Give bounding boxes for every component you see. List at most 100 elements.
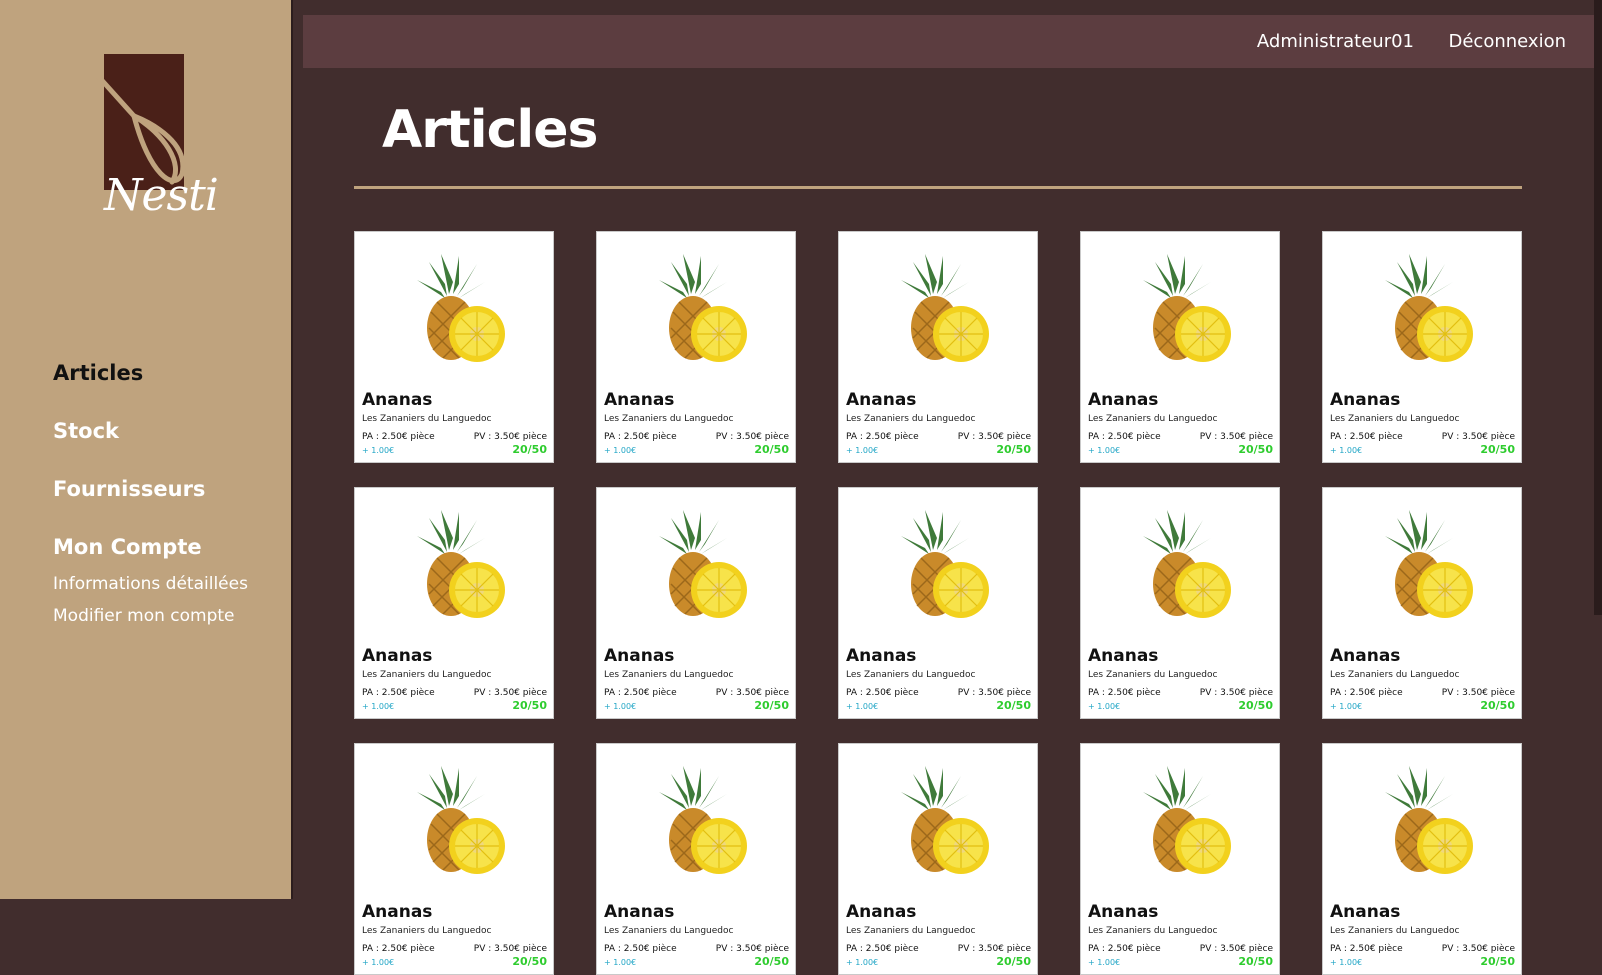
article-purchase-price: PA : 2.50€ pièce bbox=[362, 944, 435, 954]
article-stock: 20/50 bbox=[1480, 443, 1515, 456]
article-card[interactable]: Ananas Les Zananiers du Languedoc PA : 2.5… bbox=[354, 743, 554, 975]
article-stock: 20/50 bbox=[1480, 955, 1515, 968]
sidebar-subitem-informations[interactable]: Informations détaillées bbox=[53, 574, 248, 594]
article-margin: + 1.00€ bbox=[604, 958, 637, 967]
article-purchase-price: PA : 2.50€ pièce bbox=[362, 688, 435, 698]
article-supplier: Les Zananiers du Languedoc bbox=[1330, 926, 1460, 936]
pineapple-icon bbox=[1133, 254, 1233, 364]
sidebar-item-articles[interactable]: Articles bbox=[53, 360, 248, 386]
article-sale-price: PV : 3.50€ pièce bbox=[1441, 944, 1515, 954]
page-scrollbar[interactable] bbox=[1594, 0, 1602, 615]
article-purchase-price: PA : 2.50€ pièce bbox=[1330, 432, 1403, 442]
article-sale-price: PV : 3.50€ pièce bbox=[957, 688, 1031, 698]
article-purchase-price: PA : 2.50€ pièce bbox=[846, 944, 919, 954]
article-sale-price: PV : 3.50€ pièce bbox=[957, 944, 1031, 954]
article-card[interactable]: Ananas Les Zananiers du Languedoc PA : 2.5… bbox=[354, 231, 554, 463]
article-margin: + 1.00€ bbox=[1330, 958, 1363, 967]
article-margin: + 1.00€ bbox=[604, 446, 637, 455]
article-margin: + 1.00€ bbox=[1330, 702, 1363, 711]
pineapple-icon bbox=[649, 766, 749, 876]
article-sale-price: PV : 3.50€ pièce bbox=[1441, 688, 1515, 698]
article-supplier: Les Zananiers du Languedoc bbox=[1088, 670, 1218, 680]
logout-link[interactable]: Déconnexion bbox=[1449, 31, 1567, 52]
article-margin: + 1.00€ bbox=[1088, 702, 1121, 711]
user-name-link[interactable]: Administrateur01 bbox=[1257, 31, 1414, 52]
article-stock: 20/50 bbox=[754, 699, 789, 712]
article-card[interactable]: Ananas Les Zananiers du Languedoc PA : 2.5… bbox=[1080, 743, 1280, 975]
article-stock: 20/50 bbox=[512, 699, 547, 712]
article-stock: 20/50 bbox=[996, 443, 1031, 456]
pineapple-icon bbox=[1375, 254, 1475, 364]
article-name: Ananas bbox=[604, 390, 675, 410]
article-supplier: Les Zananiers du Languedoc bbox=[1330, 670, 1460, 680]
sidebar-subitem-modifier-compte[interactable]: Modifier mon compte bbox=[53, 606, 248, 626]
article-purchase-price: PA : 2.50€ pièce bbox=[1330, 688, 1403, 698]
article-name: Ananas bbox=[1088, 646, 1159, 666]
article-purchase-price: PA : 2.50€ pièce bbox=[604, 432, 677, 442]
article-supplier: Les Zananiers du Languedoc bbox=[604, 926, 734, 936]
article-purchase-price: PA : 2.50€ pièce bbox=[1088, 688, 1161, 698]
article-purchase-price: PA : 2.50€ pièce bbox=[362, 432, 435, 442]
article-card[interactable]: Ananas Les Zananiers du Languedoc PA : 2.5… bbox=[838, 231, 1038, 463]
page-title: Articles bbox=[382, 100, 598, 160]
article-card[interactable]: Ananas Les Zananiers du Languedoc PA : 2.5… bbox=[1322, 231, 1522, 463]
article-stock: 20/50 bbox=[996, 699, 1031, 712]
article-purchase-price: PA : 2.50€ pièce bbox=[846, 688, 919, 698]
article-supplier: Les Zananiers du Languedoc bbox=[1088, 414, 1218, 424]
sidebar-item-fournisseurs[interactable]: Fournisseurs bbox=[53, 476, 248, 502]
article-card[interactable]: Ananas Les Zananiers du Languedoc PA : 2.5… bbox=[596, 743, 796, 975]
article-supplier: Les Zananiers du Languedoc bbox=[846, 414, 976, 424]
pineapple-icon bbox=[1133, 766, 1233, 876]
article-stock: 20/50 bbox=[512, 955, 547, 968]
article-card[interactable]: Ananas Les Zananiers du Languedoc PA : 2.5… bbox=[1080, 487, 1280, 719]
article-supplier: Les Zananiers du Languedoc bbox=[1330, 414, 1460, 424]
article-card[interactable]: Ananas Les Zananiers du Languedoc PA : 2.5… bbox=[354, 487, 554, 719]
sidebar-nav: Articles Stock Fournisseurs Mon Compte I… bbox=[53, 360, 248, 652]
article-supplier: Les Zananiers du Languedoc bbox=[846, 926, 976, 936]
article-card[interactable]: Ananas Les Zananiers du Languedoc PA : 2.5… bbox=[1080, 231, 1280, 463]
pineapple-icon bbox=[1133, 510, 1233, 620]
article-card[interactable]: Ananas Les Zananiers du Languedoc PA : 2.5… bbox=[596, 487, 796, 719]
article-stock: 20/50 bbox=[1238, 443, 1273, 456]
article-supplier: Les Zananiers du Languedoc bbox=[604, 414, 734, 424]
article-card[interactable]: Ananas Les Zananiers du Languedoc PA : 2.5… bbox=[838, 487, 1038, 719]
article-purchase-price: PA : 2.50€ pièce bbox=[604, 688, 677, 698]
sidebar-item-mon-compte[interactable]: Mon Compte bbox=[53, 534, 248, 560]
article-sale-price: PV : 3.50€ pièce bbox=[1199, 688, 1273, 698]
pineapple-icon bbox=[649, 254, 749, 364]
pineapple-icon bbox=[891, 766, 991, 876]
article-margin: + 1.00€ bbox=[362, 702, 395, 711]
article-supplier: Les Zananiers du Languedoc bbox=[362, 926, 492, 936]
article-name: Ananas bbox=[1330, 646, 1401, 666]
article-stock: 20/50 bbox=[512, 443, 547, 456]
article-sale-price: PV : 3.50€ pièce bbox=[1199, 432, 1273, 442]
article-purchase-price: PA : 2.50€ pièce bbox=[604, 944, 677, 954]
article-sale-price: PV : 3.50€ pièce bbox=[957, 432, 1031, 442]
article-name: Ananas bbox=[1330, 390, 1401, 410]
article-card[interactable]: Ananas Les Zananiers du Languedoc PA : 2.5… bbox=[596, 231, 796, 463]
article-margin: + 1.00€ bbox=[362, 958, 395, 967]
article-supplier: Les Zananiers du Languedoc bbox=[362, 670, 492, 680]
article-card[interactable]: Ananas Les Zananiers du Languedoc PA : 2.5… bbox=[1322, 743, 1522, 975]
article-supplier: Les Zananiers du Languedoc bbox=[846, 670, 976, 680]
article-card[interactable]: Ananas Les Zananiers du Languedoc PA : 2.5… bbox=[1322, 487, 1522, 719]
sidebar-item-stock[interactable]: Stock bbox=[53, 418, 248, 444]
article-margin: + 1.00€ bbox=[846, 446, 879, 455]
article-purchase-price: PA : 2.50€ pièce bbox=[846, 432, 919, 442]
article-margin: + 1.00€ bbox=[1088, 958, 1121, 967]
pineapple-icon bbox=[407, 254, 507, 364]
article-name: Ananas bbox=[604, 646, 675, 666]
article-stock: 20/50 bbox=[996, 955, 1031, 968]
pineapple-icon bbox=[407, 510, 507, 620]
article-name: Ananas bbox=[1088, 902, 1159, 922]
article-purchase-price: PA : 2.50€ pièce bbox=[1088, 944, 1161, 954]
brand-logo-text: Nesti bbox=[104, 170, 219, 221]
article-margin: + 1.00€ bbox=[1088, 446, 1121, 455]
article-sale-price: PV : 3.50€ pièce bbox=[715, 432, 789, 442]
top-bar: Administrateur01 Déconnexion bbox=[303, 15, 1595, 68]
article-purchase-price: PA : 2.50€ pièce bbox=[1330, 944, 1403, 954]
pineapple-icon bbox=[407, 766, 507, 876]
article-stock: 20/50 bbox=[754, 955, 789, 968]
article-sale-price: PV : 3.50€ pièce bbox=[473, 944, 547, 954]
article-card[interactable]: Ananas Les Zananiers du Languedoc PA : 2.5… bbox=[838, 743, 1038, 975]
